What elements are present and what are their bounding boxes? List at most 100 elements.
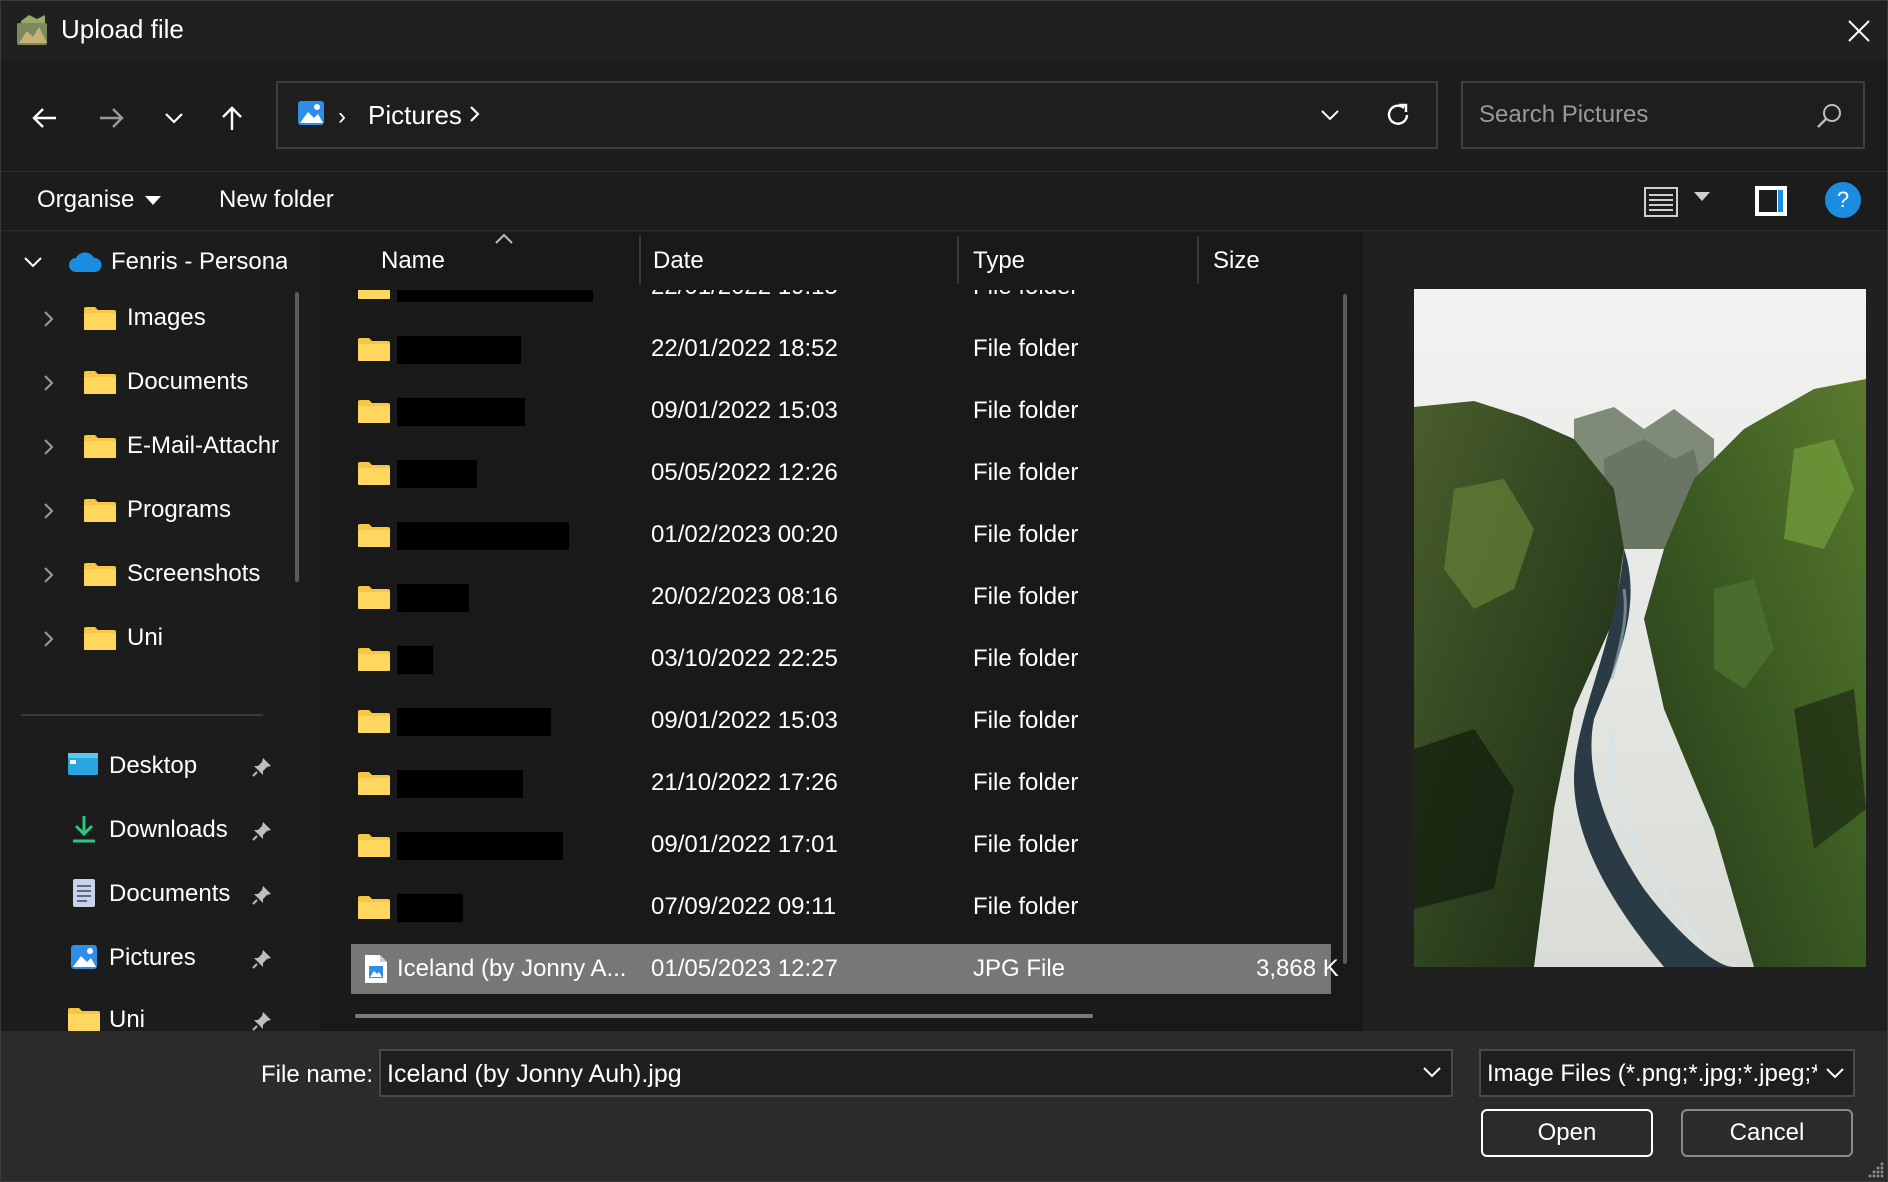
redacted-folder-name (397, 398, 525, 426)
folder-row[interactable]: 05/05/2022 12:26 File folder (351, 448, 1331, 498)
folder-icon (84, 499, 116, 522)
address-history-button[interactable] (1310, 95, 1350, 135)
pin-icon (252, 1012, 271, 1031)
quick-access-pictures[interactable]: Pictures (1, 930, 291, 986)
file-type-select[interactable]: Image Files (*.png;*.jpg;*.jpeg;* (1479, 1049, 1855, 1097)
folder-row[interactable]: 21/10/2022 17:26 File folder (351, 758, 1331, 808)
forward-button[interactable] (85, 91, 139, 145)
refresh-button[interactable] (1378, 95, 1418, 135)
help-button[interactable]: ? (1825, 182, 1861, 218)
chevron-right-icon[interactable] (468, 103, 482, 125)
view-options-caret-icon[interactable] (1693, 190, 1711, 202)
folder-row[interactable]: 07/09/2022 09:11 File folder (351, 882, 1331, 932)
chevron-down-icon (165, 113, 183, 124)
quick-access-uni[interactable]: Uni (1, 992, 291, 1032)
folder-row[interactable]: 20/02/2023 08:16 File folder (351, 572, 1331, 622)
address-bar[interactable]: › Pictures (276, 81, 1438, 149)
file-list-horizontal-scrollbar[interactable] (355, 1014, 1093, 1018)
sidebar-item-uni[interactable]: Uni (1, 610, 291, 666)
back-button[interactable] (17, 91, 71, 145)
file-type: File folder (973, 397, 1079, 424)
column-header-date[interactable]: Date (653, 232, 903, 290)
column-separator[interactable] (639, 236, 641, 284)
sidebar-item-documents[interactable]: Documents (1, 354, 291, 410)
sidebar-item-label: Fenris - Persona (111, 248, 287, 275)
search-box[interactable] (1461, 81, 1865, 149)
folder-icon (358, 524, 390, 547)
file-type-dropdown-button[interactable] (1817, 1051, 1853, 1095)
details-view-icon[interactable] (1641, 184, 1681, 220)
sidebar-item-label: Programs (127, 496, 232, 523)
organise-label: Organise (37, 186, 135, 213)
sidebar-item-programs[interactable]: Programs (1, 482, 291, 538)
file-list-vertical-scrollbar[interactable] (1343, 294, 1347, 964)
recent-locations-button[interactable] (147, 91, 201, 145)
pin-icon (252, 950, 271, 969)
sidebar-item-label: E-Mail-Attachr (127, 432, 280, 459)
folder-row[interactable]: 01/02/2023 00:20 File folder (351, 510, 1331, 560)
folder-icon (358, 772, 390, 795)
chevron-down-icon[interactable] (1421, 1061, 1443, 1083)
file-type: File folder (973, 521, 1079, 548)
redacted-folder-name (397, 708, 551, 736)
title-bar: Upload file (1, 1, 1887, 61)
file-date: 07/09/2022 09:11 (651, 893, 837, 920)
sidebar-scrollbar[interactable] (295, 292, 299, 582)
breadcrumb-pictures[interactable]: Pictures (368, 100, 462, 131)
resize-grip-icon[interactable] (1867, 1161, 1885, 1179)
column-header-name[interactable]: Name (381, 232, 641, 290)
sidebar-item-screenshots[interactable]: Screenshots (1, 546, 291, 602)
cancel-button[interactable]: Cancel (1681, 1109, 1853, 1157)
upload-file-dialog: Upload file › Pictures Search Pictures O… (0, 0, 1888, 1182)
file-type: File folder (973, 335, 1079, 362)
redacted-folder-name (397, 460, 477, 488)
sidebar-item-label: Uni (109, 1006, 146, 1032)
file-name: Iceland (by Jonny A... (397, 955, 627, 982)
redacted-folder-name (397, 894, 463, 922)
chevron-right-icon (44, 375, 54, 391)
sidebar-item-email-attachments[interactable]: E-Mail-Attachr (1, 418, 291, 474)
quick-access-documents[interactable]: Documents (1, 866, 291, 922)
folder-row[interactable]: 09/01/2022 17:01 File folder (351, 820, 1331, 870)
pin-icon (252, 886, 271, 905)
new-folder-button[interactable]: New folder (219, 186, 334, 214)
file-date: 03/10/2022 22:25 (651, 645, 838, 672)
file-type: File folder (973, 831, 1079, 858)
sidebar-item-label: Documents (109, 880, 231, 907)
file-row[interactable]: Iceland (by Jonny A... 01/05/2023 12:27 JP… (351, 944, 1339, 994)
folder-row[interactable]: 09/01/2022 15:03 File folder (351, 696, 1331, 746)
file-name-input[interactable] (387, 1059, 1387, 1089)
preview-pane-icon[interactable] (1753, 184, 1789, 218)
download-icon (73, 816, 95, 843)
close-button[interactable] (1829, 1, 1887, 61)
sidebar-item-images[interactable]: Images (1, 290, 291, 346)
organise-menu-button[interactable]: Organise (37, 186, 162, 214)
quick-access-desktop[interactable]: Desktop (1, 738, 291, 794)
folder-row[interactable]: 22/01/2022 18:52 File folder (351, 324, 1331, 374)
file-date: 01/05/2023 12:27 (651, 955, 838, 982)
open-button[interactable]: Open (1481, 1109, 1653, 1157)
chevron-down-icon (1826, 1068, 1844, 1079)
folder-icon (84, 371, 116, 394)
column-header-size[interactable]: Size (1213, 232, 1333, 290)
close-icon (1848, 20, 1870, 42)
folder-row[interactable]: 09/01/2022 15:03 File folder (351, 386, 1331, 436)
file-date: 22/01/2022 18:52 (651, 335, 838, 362)
folder-icon (358, 834, 390, 857)
sidebar-item-onedrive[interactable]: Fenris - Persona (1, 234, 291, 290)
file-date: 09/01/2022 17:01 (651, 831, 838, 858)
file-list: 22/01/2022 19:15File folder22/01/2022 18… (319, 232, 1363, 1032)
file-name-combobox[interactable] (379, 1049, 1453, 1097)
column-separator[interactable] (957, 236, 959, 284)
file-type: File folder (973, 583, 1079, 610)
search-input[interactable] (1479, 97, 1799, 133)
file-type: JPG File (973, 955, 1066, 982)
column-header-type[interactable]: Type (973, 232, 1193, 290)
search-icon[interactable] (1815, 101, 1845, 131)
column-separator[interactable] (1197, 236, 1199, 284)
folder-icon (358, 896, 390, 919)
redacted-folder-name (397, 336, 521, 364)
quick-access-downloads[interactable]: Downloads (1, 802, 291, 858)
up-button[interactable] (205, 91, 259, 145)
folder-row[interactable]: 03/10/2022 22:25 File folder (351, 634, 1331, 684)
